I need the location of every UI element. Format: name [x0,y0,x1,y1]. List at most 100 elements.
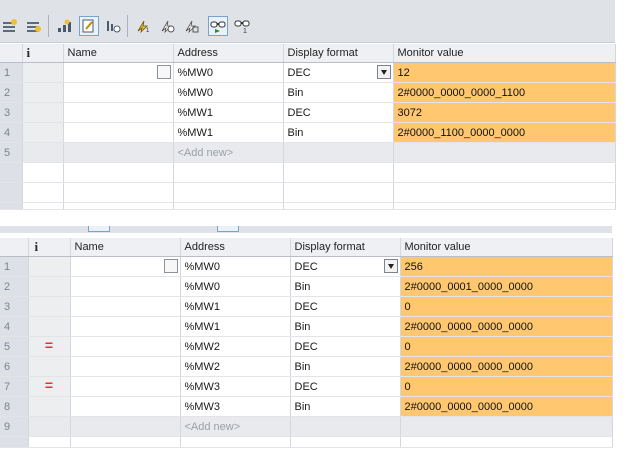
show-expanded-mode-icon[interactable] [79,16,99,36]
table-row[interactable]: 4 %MW1 Bin 2#0000_0000_0000_0000 [0,316,613,337]
show-expanded-mode-icon[interactable] [88,226,110,232]
address-cell[interactable]: %MW0 [173,62,284,83]
display-format-cell[interactable]: DEC [283,102,394,123]
name-cell[interactable] [63,122,174,143]
table-row[interactable]: 2 %MW0 Bin 2#0000_0000_0000_1100 [0,82,616,103]
address-column-header[interactable]: Address [173,44,284,63]
monitor-value-column-header[interactable]: Monitor value [400,238,613,257]
info-column-header[interactable]: i [28,238,71,257]
force-mark-icon: = [44,377,54,393]
row-number[interactable]: 3 [0,296,29,317]
monitor-value-cell: 2#0000_0001_0000_0000 [400,276,613,297]
display-format-cell[interactable]: DEC [290,376,401,397]
row-number[interactable]: 7 [0,376,29,397]
display-format-cell[interactable]: DEC [290,296,401,317]
display-format-cell[interactable] [290,416,401,437]
table-row[interactable]: 3 %MW1 DEC 3072 [0,102,616,123]
row-number[interactable]: 5 [0,336,29,357]
name-cell[interactable] [70,396,181,417]
address-cell[interactable]: %MW0 [180,276,291,297]
add-row-icon[interactable] [24,16,44,36]
address-cell[interactable]: %MW2 [180,356,291,377]
row-number[interactable]: 1 [0,62,23,83]
display-format-cell[interactable]: Bin [290,276,401,297]
name-column-header[interactable]: Name [70,238,181,257]
table-row[interactable]: 1 %MW0 DEC 256 [0,256,613,277]
row-number[interactable]: 8 [0,396,29,417]
display-format-cell[interactable]: Bin [283,122,394,143]
modify-with-trigger-icon[interactable] [157,16,177,36]
chevron-down-icon[interactable] [383,259,398,273]
display-format-cell[interactable]: Bin [290,396,401,417]
display-format-cell[interactable]: Bin [290,316,401,337]
display-format-cell[interactable]: Bin [283,82,394,103]
table-row[interactable]: 1 %MW0 DEC 12 [0,62,616,83]
display-format-cell[interactable]: Bin [290,356,401,377]
name-cell[interactable] [63,62,174,83]
chevron-down-icon[interactable] [376,65,391,79]
address-cell[interactable]: %MW1 [173,102,284,123]
show-all-modify-columns-icon[interactable] [54,16,74,36]
table-row[interactable]: 2 %MW0 Bin 2#0000_0001_0000_0000 [0,276,613,297]
name-cell[interactable] [70,296,181,317]
address-cell[interactable]: %MW1 [180,296,291,317]
address-cell[interactable]: %MW3 [180,396,291,417]
row-number[interactable]: 4 [0,122,23,143]
display-format-column-header[interactable]: Display format [283,44,394,63]
row-number[interactable]: 5 [0,142,23,163]
row-number[interactable]: 2 [0,276,29,297]
info-column-header[interactable]: i [22,44,64,63]
display-format-cell[interactable]: DEC [283,62,394,83]
tag-browse-icon[interactable] [163,259,178,273]
address-cell[interactable]: %MW2 [180,336,291,357]
address-cell[interactable]: %MW0 [173,82,284,103]
name-cell[interactable] [70,336,181,357]
table-row[interactable]: 4 %MW1 Bin 2#0000_1100_0000_0000 [0,122,616,143]
monitor-all-icon[interactable] [217,226,239,232]
tag-browse-icon[interactable] [156,65,171,79]
add-new-placeholder[interactable]: <Add new> [173,142,284,163]
address-cell[interactable]: %MW3 [180,376,291,397]
name-cell[interactable] [70,316,181,337]
enable-peripheral-outputs-icon[interactable] [181,16,201,36]
monitor-now-icon[interactable]: 1 [232,16,252,36]
add-new-row[interactable]: 5 <Add new> [0,142,616,163]
insert-row-icon[interactable] [0,16,20,36]
address-column-header[interactable]: Address [180,238,291,257]
address-cell[interactable]: %MW1 [180,316,291,337]
display-format-column-header[interactable]: Display format [290,238,401,257]
name-cell[interactable] [63,102,174,123]
modify-now-icon[interactable]: 1 [133,16,153,36]
display-format-cell[interactable]: DEC [290,256,401,277]
name-cell[interactable] [70,256,181,277]
show-trigger-options-icon[interactable] [103,16,123,36]
table-row[interactable]: 5 = %MW2 DEC 0 [0,336,613,357]
row-number[interactable]: 3 [0,102,23,123]
name-cell[interactable] [70,276,181,297]
monitor-all-icon[interactable] [208,16,228,36]
table-row[interactable]: 8 %MW3 Bin 2#0000_0000_0000_0000 [0,396,613,417]
name-cell[interactable] [70,416,181,437]
name-cell[interactable] [63,142,174,163]
address-cell[interactable]: %MW0 [180,256,291,277]
name-cell[interactable] [70,376,181,397]
add-new-row[interactable]: 9 <Add new> [0,416,613,437]
row-number[interactable]: 6 [0,356,29,377]
display-format-cell[interactable]: DEC [290,336,401,357]
row-number[interactable]: 1 [0,256,29,277]
row-number [0,182,23,203]
row-number[interactable]: 2 [0,82,23,103]
table-row[interactable]: 3 %MW1 DEC 0 [0,296,613,317]
name-cell[interactable] [63,82,174,103]
info-cell [22,82,64,103]
address-cell[interactable]: %MW1 [173,122,284,143]
monitor-value-column-header[interactable]: Monitor value [393,44,616,63]
table-row[interactable]: 7 = %MW3 DEC 0 [0,376,613,397]
row-number[interactable]: 9 [0,416,29,437]
row-number[interactable]: 4 [0,316,29,337]
display-format-cell[interactable] [283,142,394,163]
name-column-header[interactable]: Name [63,44,174,63]
name-cell[interactable] [70,356,181,377]
add-new-placeholder[interactable]: <Add new> [180,416,291,437]
table-row[interactable]: 6 %MW2 Bin 2#0000_0000_0000_0000 [0,356,613,377]
